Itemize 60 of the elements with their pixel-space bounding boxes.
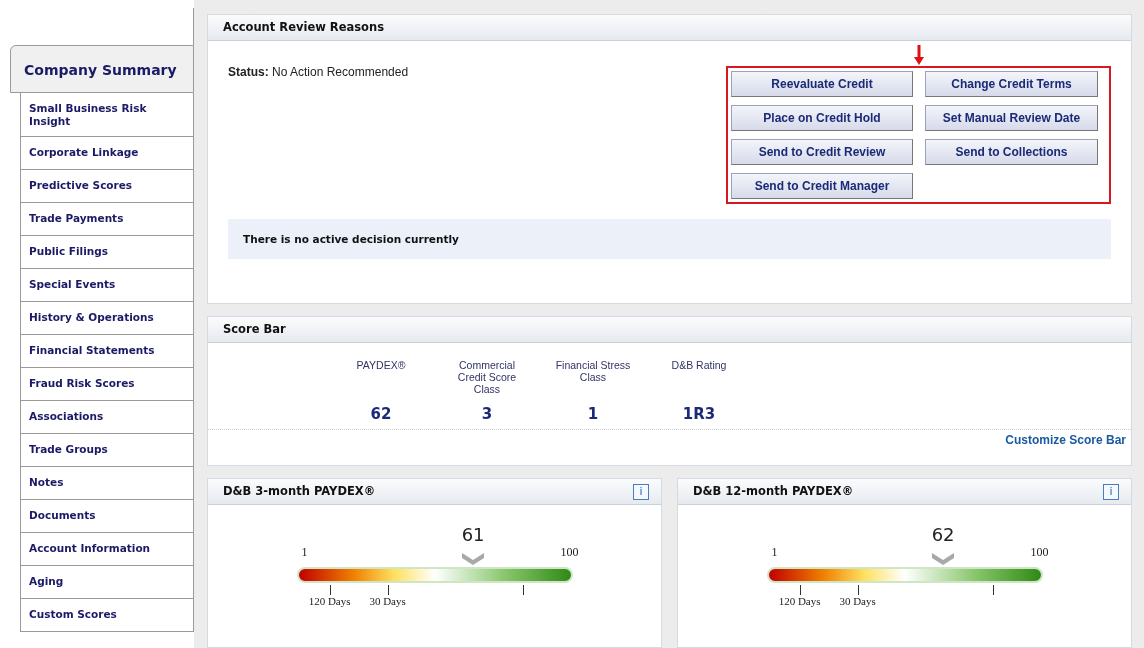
arrow-icon <box>913 45 924 65</box>
action-button[interactable]: Change Credit Terms <box>925 71 1098 97</box>
score-label: D&B Rating <box>670 359 728 371</box>
pointer-icon <box>932 553 955 565</box>
score-value: 1R3 <box>682 405 716 423</box>
tick-label: 30 Days <box>838 595 877 607</box>
sidebar-tab[interactable]: Public Filings <box>20 236 194 269</box>
sidebar-tab[interactable]: Associations <box>20 401 194 434</box>
action-button[interactable]: Place on Credit Hold <box>731 105 913 131</box>
action-button[interactable]: Send to Credit Review <box>731 139 913 165</box>
scale-max: 100 <box>560 545 579 560</box>
panel-title: Score Bar <box>208 317 1131 343</box>
scale-min: 1 <box>301 545 308 560</box>
sidebar-tab[interactable]: Financial Statements <box>20 335 194 368</box>
tick-mark <box>857 585 859 595</box>
gauge-value: 61 <box>461 525 485 545</box>
notice-text: There is no active decision currently <box>228 219 1111 259</box>
info-icon[interactable]: i <box>633 483 649 500</box>
action-button[interactable]: Set Manual Review Date <box>925 105 1098 131</box>
sidebar-tab[interactable]: Custom Scores <box>20 599 194 632</box>
sidebar-tab[interactable]: Predictive Scores <box>20 170 194 203</box>
panel-title: D&B 12-month PAYDEX® <box>693 483 854 500</box>
pointer-icon <box>462 553 485 565</box>
tick-mark <box>387 585 389 595</box>
score-label: Commercial Credit Score Class <box>456 359 518 395</box>
sidebar-tab[interactable]: Account Information <box>20 533 194 566</box>
tick-mark <box>992 585 994 595</box>
tick-mark <box>799 585 801 595</box>
tick-label: 120 Days <box>777 595 822 607</box>
scale-min: 1 <box>771 545 778 560</box>
gauge-value: 62 <box>931 525 955 545</box>
sidebar-tab[interactable]: Corporate Linkage <box>20 137 194 170</box>
action-button[interactable]: Reevaluate Credit <box>731 71 913 97</box>
sidebar-tab[interactable]: Notes <box>20 467 194 500</box>
score-value: 1 <box>587 405 599 423</box>
status-text: Status: No Action Recommended <box>228 65 409 81</box>
tick-mark <box>522 585 524 595</box>
sidebar-tab[interactable]: Fraud Risk Scores <box>20 368 194 401</box>
action-button[interactable]: Send to Credit Manager <box>731 173 913 199</box>
sidebar-tab[interactable]: Company Summary <box>10 45 194 93</box>
scale-max: 100 <box>1030 545 1049 560</box>
tick-label: 120 Days <box>307 595 352 607</box>
sidebar-tab[interactable]: Trade Groups <box>20 434 194 467</box>
panel-title: Account Review Reasons <box>208 15 1131 41</box>
sidebar-tab[interactable]: Trade Payments <box>20 203 194 236</box>
score-value: 62 <box>370 405 392 423</box>
sidebar-tab[interactable]: Documents <box>20 500 194 533</box>
customize-link[interactable]: Customize Score Bar <box>1005 433 1126 447</box>
score-label: Financial Stress Class <box>555 359 631 383</box>
score-label: PAYDEX® <box>355 359 407 371</box>
score-value: 3 <box>481 405 493 423</box>
panel-title: D&B 3-month PAYDEX® <box>223 483 376 500</box>
sidebar-tab[interactable]: Small Business Risk Insight <box>20 93 194 137</box>
sidebar-tab[interactable]: Aging <box>20 566 194 599</box>
action-button[interactable]: Send to Collections <box>925 139 1098 165</box>
sidebar-tab[interactable]: History & Operations <box>20 302 194 335</box>
tick-mark <box>329 585 331 595</box>
info-icon[interactable]: i <box>1103 483 1119 500</box>
tick-label: 30 Days <box>368 595 407 607</box>
sidebar-tab[interactable]: Special Events <box>20 269 194 302</box>
